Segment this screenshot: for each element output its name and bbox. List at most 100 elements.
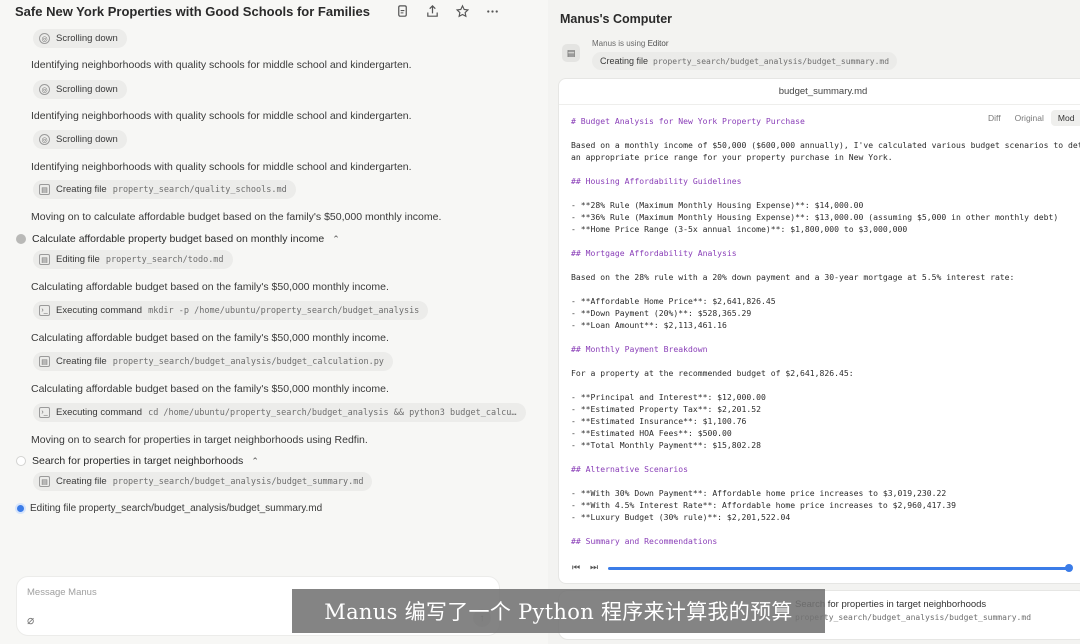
code-line: # Budget Analysis for New York Property … <box>571 116 805 126</box>
code-line: ## Alternative Scenarios <box>571 464 688 474</box>
in-progress-icon <box>17 505 24 512</box>
file-icon: ▤ <box>39 356 50 367</box>
code-line: Based on a monthly income of $50,000 ($6… <box>571 140 1080 150</box>
action-chip[interactable]: ›_ Executing command cd /home/ubuntu/prope… <box>33 403 526 422</box>
chat-pane: Safe New York Properties with Good Schoo… <box>0 0 548 644</box>
chevron-up-icon[interactable]: ⌃ <box>251 456 259 467</box>
action-chip[interactable]: ◎ Scrolling down <box>33 80 127 99</box>
code-line: - **With 4.5% Interest Rate**: Affordabl… <box>571 500 956 510</box>
code-line: - **36% Rule (Maximum Monthly Housing Ex… <box>571 212 1059 222</box>
code-line: - **Home Price Range (3-5x annual income… <box>571 224 908 234</box>
action-chip[interactable]: ▤ Creating file property_search/quality_sc… <box>33 180 296 199</box>
editor-icon: ▤ <box>562 44 580 62</box>
step-label: Search for properties in target neighbor… <box>32 455 244 467</box>
file-icon: ▤ <box>39 184 50 195</box>
globe-icon: ◎ <box>39 33 50 44</box>
code-line: ## Mortgage Affordability Analysis <box>571 248 737 258</box>
computer-pane: Manus's Computer ▤ Manus is using Editor… <box>548 0 1080 644</box>
code-line: For a property at the recommended budget… <box>571 368 854 378</box>
code-line: - **Estimated HOA Fees**: $500.00 <box>571 428 732 438</box>
using-status: Manus is using Editor <box>592 39 669 48</box>
chip-label: Editing file <box>56 254 100 265</box>
chip-label: Executing command <box>56 407 143 418</box>
agent-message: Identifying neighborhoods with quality s… <box>31 161 412 173</box>
code-line: - **28% Rule (Maximum Monthly Housing Ex… <box>571 200 864 210</box>
current-operation: Creating file property_search/budget_anal… <box>592 52 898 70</box>
code-line: - **Luxury Budget (30% rule)**: $2,201,5… <box>571 512 791 522</box>
editor-content: # Budget Analysis for New York Property … <box>571 115 1080 547</box>
playback-handle[interactable] <box>1065 564 1073 572</box>
chip-path: cd /home/ubuntu/property_search/budget_a… <box>148 407 517 418</box>
step-label: Calculate affordable property budget bas… <box>32 233 325 245</box>
code-line: - **Estimated Insurance**: $1,100.76 <box>571 416 747 426</box>
action-chip[interactable]: ▤ Creating file property_search/budget_ana… <box>33 352 393 371</box>
chat-header: Safe New York Properties with Good Schoo… <box>0 0 548 26</box>
share-icon[interactable] <box>424 3 440 19</box>
chip-label: Creating file <box>56 476 107 487</box>
agent-message: Calculating affordable budget based on t… <box>31 332 389 344</box>
terminal-icon: ›_ <box>39 305 50 316</box>
step-pending-icon <box>16 456 26 466</box>
task-card-path: property_search/budget_analysis/budget_s… <box>795 613 1032 622</box>
operation-label: Creating file <box>600 56 649 66</box>
operation-path: property_search/budget_analysis/budget_s… <box>653 56 890 66</box>
header-actions <box>394 3 500 19</box>
playback-bar: ⏮ ⏭ <box>566 560 1080 576</box>
current-action: Editing file property_search/budget_anal… <box>16 503 322 514</box>
chip-label: Creating file <box>56 356 107 367</box>
agent-message: Identifying neighborhoods with quality s… <box>31 59 412 71</box>
video-subtitle: Manus 编写了一个 Python 程序来计算我的预算 <box>292 589 825 633</box>
code-line: - **Principal and Interest**: $12,000.00 <box>571 392 766 402</box>
plan-step[interactable]: Calculate affordable property budget bas… <box>16 233 340 245</box>
using-prefix: Manus is using <box>592 39 646 48</box>
playback-track[interactable] <box>608 567 1069 570</box>
skip-back-icon[interactable]: ⏮ <box>572 562 580 573</box>
using-tool: Editor <box>647 39 669 48</box>
action-chip[interactable]: ◎ Scrolling down <box>33 29 127 48</box>
agent-message: Calculating affordable budget based on t… <box>31 383 389 395</box>
code-line: Based on the 28% rule with a 20% down pa… <box>571 272 1015 282</box>
action-chip[interactable]: ▤ Editing file property_search/todo.md <box>33 250 233 269</box>
skip-forward-icon[interactable]: ⏭ <box>590 562 598 573</box>
chip-path: property_search/budget_analysis/budget_c… <box>112 356 384 367</box>
chevron-up-icon[interactable]: ⌃ <box>332 234 340 245</box>
chip-label: Executing command <box>56 305 143 316</box>
code-line: ## Summary and Recommendations <box>571 536 718 546</box>
action-chip[interactable]: ◎ Scrolling down <box>33 130 127 149</box>
file-icon: ▤ <box>39 476 50 487</box>
code-line: - **Loan Amount**: $2,113,461.16 <box>571 320 727 330</box>
action-chip[interactable]: ›_ Executing command mkdir -p /home/ubuntu… <box>33 301 429 320</box>
code-line: - **Total Monthly Payment**: $15,802.28 <box>571 440 762 450</box>
more-icon[interactable] <box>484 3 500 19</box>
chip-path: mkdir -p /home/ubuntu/property_search/bu… <box>148 305 420 316</box>
chip-path: property_search/budget_analysis/budget_s… <box>112 476 364 487</box>
action-chip[interactable]: ▤ Creating file property_search/budget_ana… <box>33 472 373 491</box>
step-done-icon <box>16 234 26 244</box>
code-line: - **Estimated Property Tax**: $2,201.52 <box>571 404 762 414</box>
current-action-label: Editing file property_search/budget_anal… <box>30 503 323 514</box>
code-line: - **Affordable Home Price**: $2,641,826.… <box>571 296 776 306</box>
chip-label: Scrolling down <box>56 33 118 44</box>
terminal-icon: ›_ <box>39 407 50 418</box>
chip-label: Creating file <box>56 184 107 195</box>
message-placeholder: Message Manus <box>27 587 97 598</box>
copy-icon[interactable] <box>394 3 410 19</box>
code-line: ## Housing Affordability Guidelines <box>571 176 742 186</box>
chip-path: property_search/todo.md <box>105 254 224 265</box>
plan-step[interactable]: Search for properties in target neighbor… <box>16 455 259 467</box>
code-line: - **Down Payment (20%)**: $528,365.29 <box>571 308 752 318</box>
star-icon[interactable] <box>454 3 470 19</box>
code-line: - **With 30% Down Payment**: Affordable … <box>571 488 947 498</box>
paperclip-icon[interactable]: ⌀ <box>27 613 34 627</box>
chip-label: Scrolling down <box>56 84 118 95</box>
